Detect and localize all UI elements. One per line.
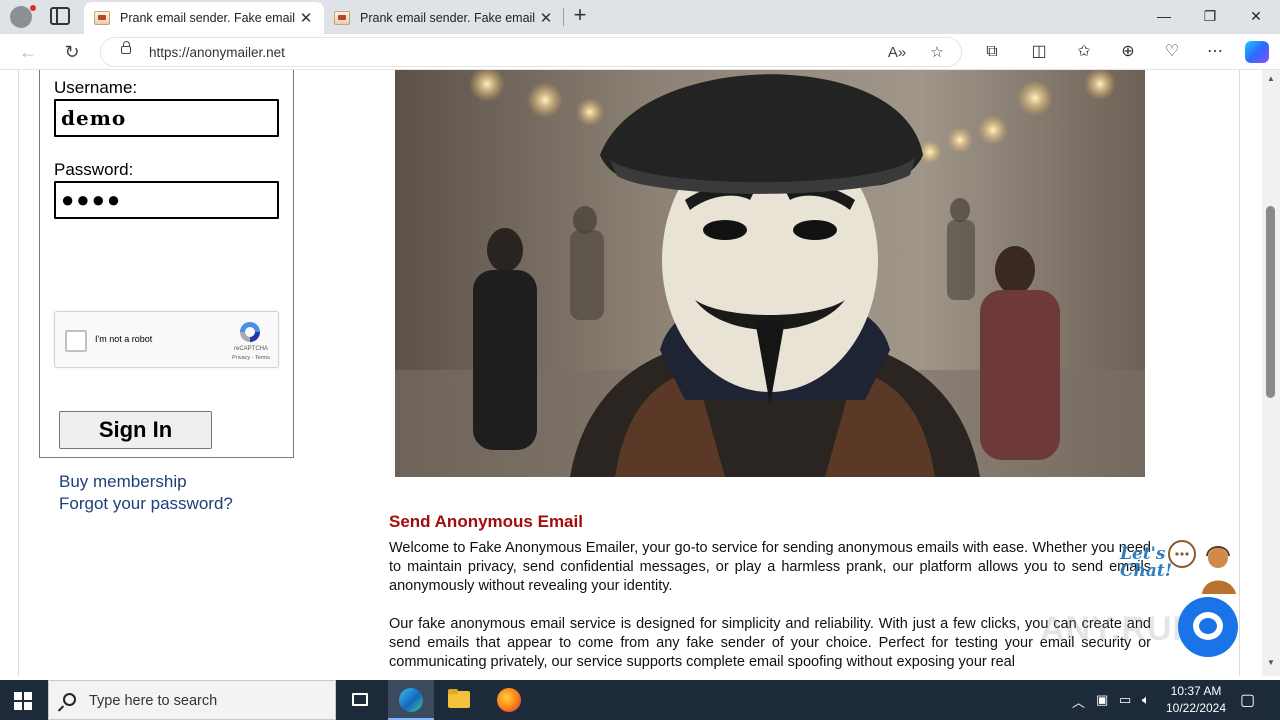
lets-chat-text: Let's Chat! <box>1120 544 1173 581</box>
tab-close-icon[interactable]: ✕ <box>538 9 554 27</box>
tab-title: Prank email sender. Fake email se <box>360 11 538 25</box>
refresh-icon[interactable]: ↻ <box>59 40 85 64</box>
extensions-icon[interactable]: ⧉ <box>980 40 1004 64</box>
intro-paragraph: Welcome to Fake Anonymous Emailer, your … <box>389 540 1151 594</box>
clock-time: 10:37 AM <box>1170 684 1222 698</box>
username-label: Username: <box>54 78 138 97</box>
login-panel: Username: demo Password: ●●●● I'm not a … <box>39 70 294 513</box>
volume-icon[interactable]: 🔈︎ <box>1142 692 1150 708</box>
search-icon <box>63 693 76 706</box>
favorite-star-icon[interactable]: ☆ <box>927 43 947 63</box>
minimize-icon[interactable]: — <box>1141 0 1187 32</box>
username-field[interactable]: demo <box>54 99 279 137</box>
restore-icon[interactable]: ❐ <box>1187 0 1233 32</box>
section-title: Send Anonymous Email <box>389 512 583 531</box>
password-field[interactable]: ●●●● <box>54 181 279 219</box>
read-aloud-icon[interactable]: A» <box>887 43 907 63</box>
profile-avatar-icon[interactable] <box>10 5 36 28</box>
windows-start-icon[interactable] <box>14 692 32 710</box>
back-arrow-icon[interactable]: ← <box>15 40 41 64</box>
task-view-icon[interactable] <box>337 680 383 720</box>
copilot-icon[interactable] <box>1245 41 1269 63</box>
captcha-checkbox[interactable] <box>65 330 87 352</box>
clock-date: 10/22/2024 <box>1165 701 1227 715</box>
firefox-icon[interactable] <box>486 680 532 720</box>
close-window-icon[interactable]: ✕ <box>1233 0 1279 32</box>
favorites-icon[interactable]: ✩ <box>1072 40 1096 64</box>
watermark-logo: ANY.RUN <box>1040 610 1199 648</box>
hero-image <box>395 70 1145 477</box>
split-screen-icon[interactable]: ◫ <box>1027 40 1051 64</box>
web-page: Username: demo Password: ●●●● I'm not a … <box>0 70 1262 676</box>
chat-launcher-button[interactable] <box>1178 597 1238 657</box>
taskbar-search-box[interactable]: Type here to search <box>48 680 336 720</box>
password-label: Password: <box>54 160 134 179</box>
taskbar-clock[interactable]: 10:37 AM 10/22/2024 <box>1160 683 1232 717</box>
notifications-icon[interactable]: ▢ <box>1240 690 1255 710</box>
tray-device-icon[interactable]: ▣ <box>1096 692 1108 708</box>
tray-overflow-icon[interactable]: ︿ <box>1072 692 1085 711</box>
page-scrollbar[interactable]: ▲ ▼ <box>1262 70 1280 676</box>
collections-icon[interactable]: ⊕ <box>1116 40 1140 64</box>
file-explorer-icon[interactable] <box>436 680 482 720</box>
masked-figure-image <box>395 70 1145 477</box>
forgot-password-link[interactable]: Forgot your password? <box>59 494 233 514</box>
captcha-brand: reCAPTCHA <box>233 346 268 352</box>
sign-in-button[interactable]: Sign In <box>59 411 212 449</box>
edge-taskbar-icon[interactable] <box>388 680 434 720</box>
more-menu-icon[interactable]: ⋯ <box>1203 40 1227 64</box>
captcha-terms-link[interactable]: Privacy - Terms <box>225 355 277 361</box>
recaptcha-logo-icon <box>240 322 260 342</box>
new-tab-icon[interactable]: + <box>568 4 592 28</box>
windows-taskbar: Type here to search ︿ ▣ ▭ 🔈︎ 10:37 AM 10… <box>0 680 1280 720</box>
recaptcha-widget: I'm not a robot reCAPTCHA Privacy - Term… <box>54 311 279 368</box>
network-icon[interactable]: ▭ <box>1119 692 1131 708</box>
tab-title: Prank email sender. Fake email se <box>120 11 298 25</box>
url-bar[interactable]: https://anonymailer.net A» ☆ <box>100 37 962 67</box>
captcha-label: I'm not a robot <box>95 334 153 344</box>
lock-icon[interactable] <box>121 41 131 54</box>
site-favicon-icon <box>334 11 350 25</box>
site-favicon-icon <box>94 11 110 25</box>
tab-actions-icon[interactable] <box>50 7 70 25</box>
browser-essentials-icon[interactable]: ♡ <box>1160 40 1184 64</box>
lets-chat-badge[interactable]: Let's Chat! <box>1120 536 1240 596</box>
buy-membership-link[interactable]: Buy membership <box>59 472 187 492</box>
scroll-up-icon[interactable]: ▲ <box>1266 74 1276 83</box>
tab-separator <box>563 8 564 26</box>
browser-tab-inactive[interactable]: Prank email sender. Fake email se ✕ <box>324 2 564 34</box>
url-text[interactable]: https://anonymailer.net <box>149 45 285 60</box>
service-paragraph: Our fake anonymous email service is desi… <box>389 616 1151 670</box>
browser-tab-bar: Prank email sender. Fake email se ✕ Pran… <box>0 0 1280 34</box>
tab-close-icon[interactable]: ✕ <box>298 9 314 27</box>
browser-address-bar: ← ↻ https://anonymailer.net A» ☆ ⧉ ◫ ✩ ⊕… <box>0 34 1280 70</box>
scroll-down-icon[interactable]: ▼ <box>1266 658 1276 667</box>
page-border <box>18 70 19 676</box>
scroll-thumb[interactable] <box>1266 206 1275 398</box>
taskbar-search-placeholder: Type here to search <box>89 693 218 709</box>
browser-tab-active[interactable]: Prank email sender. Fake email se ✕ <box>84 2 324 34</box>
